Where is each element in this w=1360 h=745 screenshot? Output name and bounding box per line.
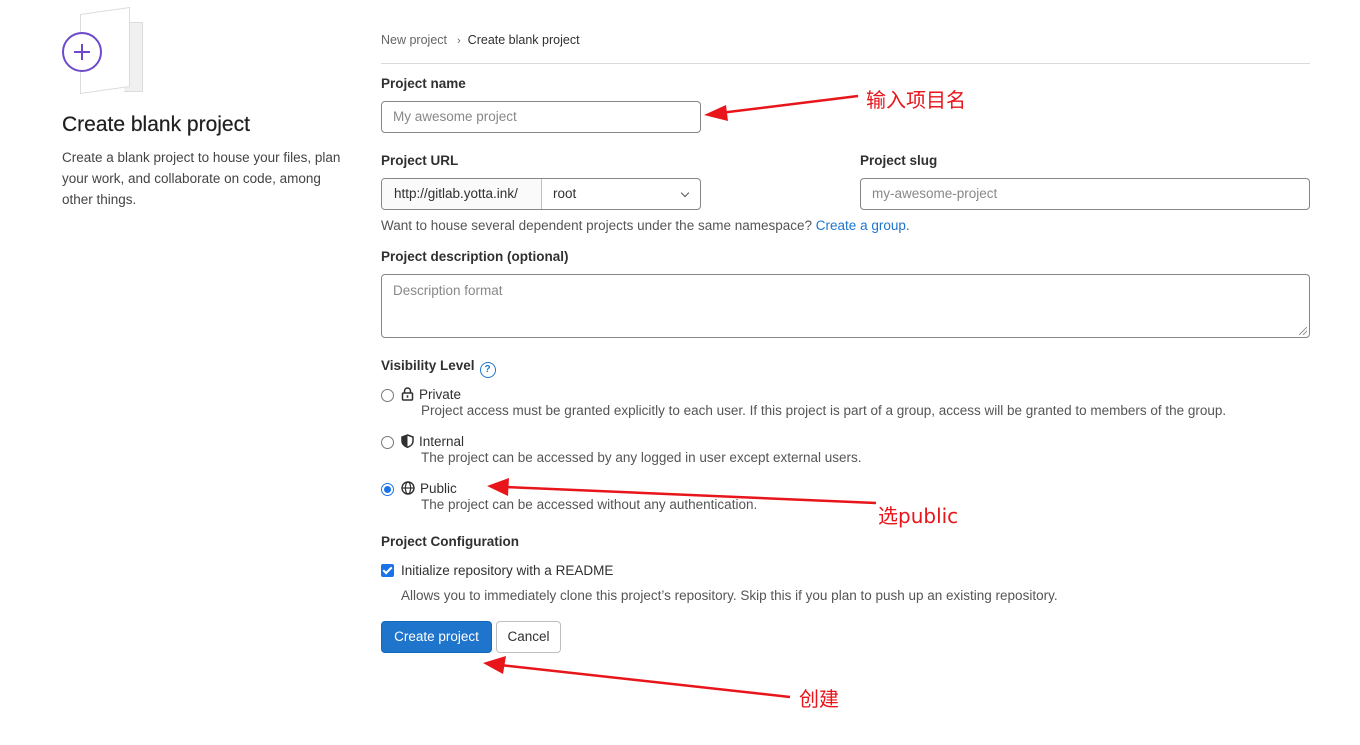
public-label: Public	[420, 481, 457, 496]
arrow-to-create	[483, 656, 791, 699]
project-url-label: Project URL	[381, 153, 459, 168]
question-circle-icon[interactable]: ?	[479, 362, 496, 378]
plus-icon	[62, 32, 102, 72]
project-name-input[interactable]: My awesome project	[381, 101, 701, 133]
private-label: Private	[419, 387, 462, 402]
readme-label[interactable]: Initialize repository with a README	[401, 563, 613, 578]
namespace-value: root	[553, 186, 577, 201]
sidebar-title: Create blank project	[62, 113, 250, 136]
globe-icon	[401, 481, 415, 495]
resize-handle-icon[interactable]	[1299, 327, 1307, 335]
project-url-group: http://gitlab.yotta.ink/ root	[381, 178, 701, 210]
sidebar-panel: Create blank project Create a blank proj…	[62, 6, 357, 210]
public-description: The project can be accessed without any …	[421, 497, 758, 512]
breadcrumb: New project › Create blank project	[381, 33, 580, 47]
chevron-right-icon: ›	[457, 35, 461, 47]
readme-checkbox[interactable]	[381, 564, 394, 577]
project-slug-label: Project slug	[860, 153, 938, 168]
breadcrumb-current: Create blank project	[467, 33, 580, 47]
namespace-select[interactable]: root	[542, 179, 700, 209]
project-configuration-label: Project Configuration	[381, 534, 519, 549]
internal-label: Internal	[419, 434, 465, 449]
description-label: Project description (optional)	[381, 249, 569, 264]
create-project-button[interactable]: Create project	[381, 621, 492, 653]
divider	[381, 63, 1310, 64]
visibility-label: Visibility Level?	[381, 358, 496, 378]
create-group-link[interactable]: Create a group	[816, 218, 906, 233]
breadcrumb-new-project[interactable]: New project	[381, 33, 447, 47]
chevron-down-icon	[680, 188, 690, 198]
internal-radio[interactable]	[381, 436, 394, 449]
annotation-name: 输入项目名	[866, 88, 966, 112]
cancel-button[interactable]: Cancel	[496, 621, 561, 653]
description-textarea[interactable]: Description format	[381, 274, 1310, 338]
lock-icon	[401, 387, 414, 401]
project-url-prefix: http://gitlab.yotta.ink/	[382, 179, 542, 209]
arrow-to-name-input	[704, 94, 859, 121]
private-radio[interactable]	[381, 389, 394, 402]
public-radio[interactable]	[381, 483, 394, 496]
blank-project-illustration	[62, 6, 147, 99]
sidebar-description: Create a blank project to house your fil…	[62, 150, 341, 207]
private-description: Project access must be granted explicitl…	[421, 403, 1227, 418]
annotation-create: 创建	[799, 687, 839, 711]
project-name-label: Project name	[381, 76, 466, 91]
shield-icon	[401, 434, 414, 449]
annotation-public: 选public	[878, 504, 959, 528]
internal-description: The project can be accessed by any logge…	[421, 450, 862, 465]
project-slug-input[interactable]: my-awesome-project	[860, 178, 1310, 210]
namespace-hint: Want to house several dependent projects…	[381, 218, 910, 233]
readme-help: Allows you to immediately clone this pro…	[401, 588, 1058, 603]
